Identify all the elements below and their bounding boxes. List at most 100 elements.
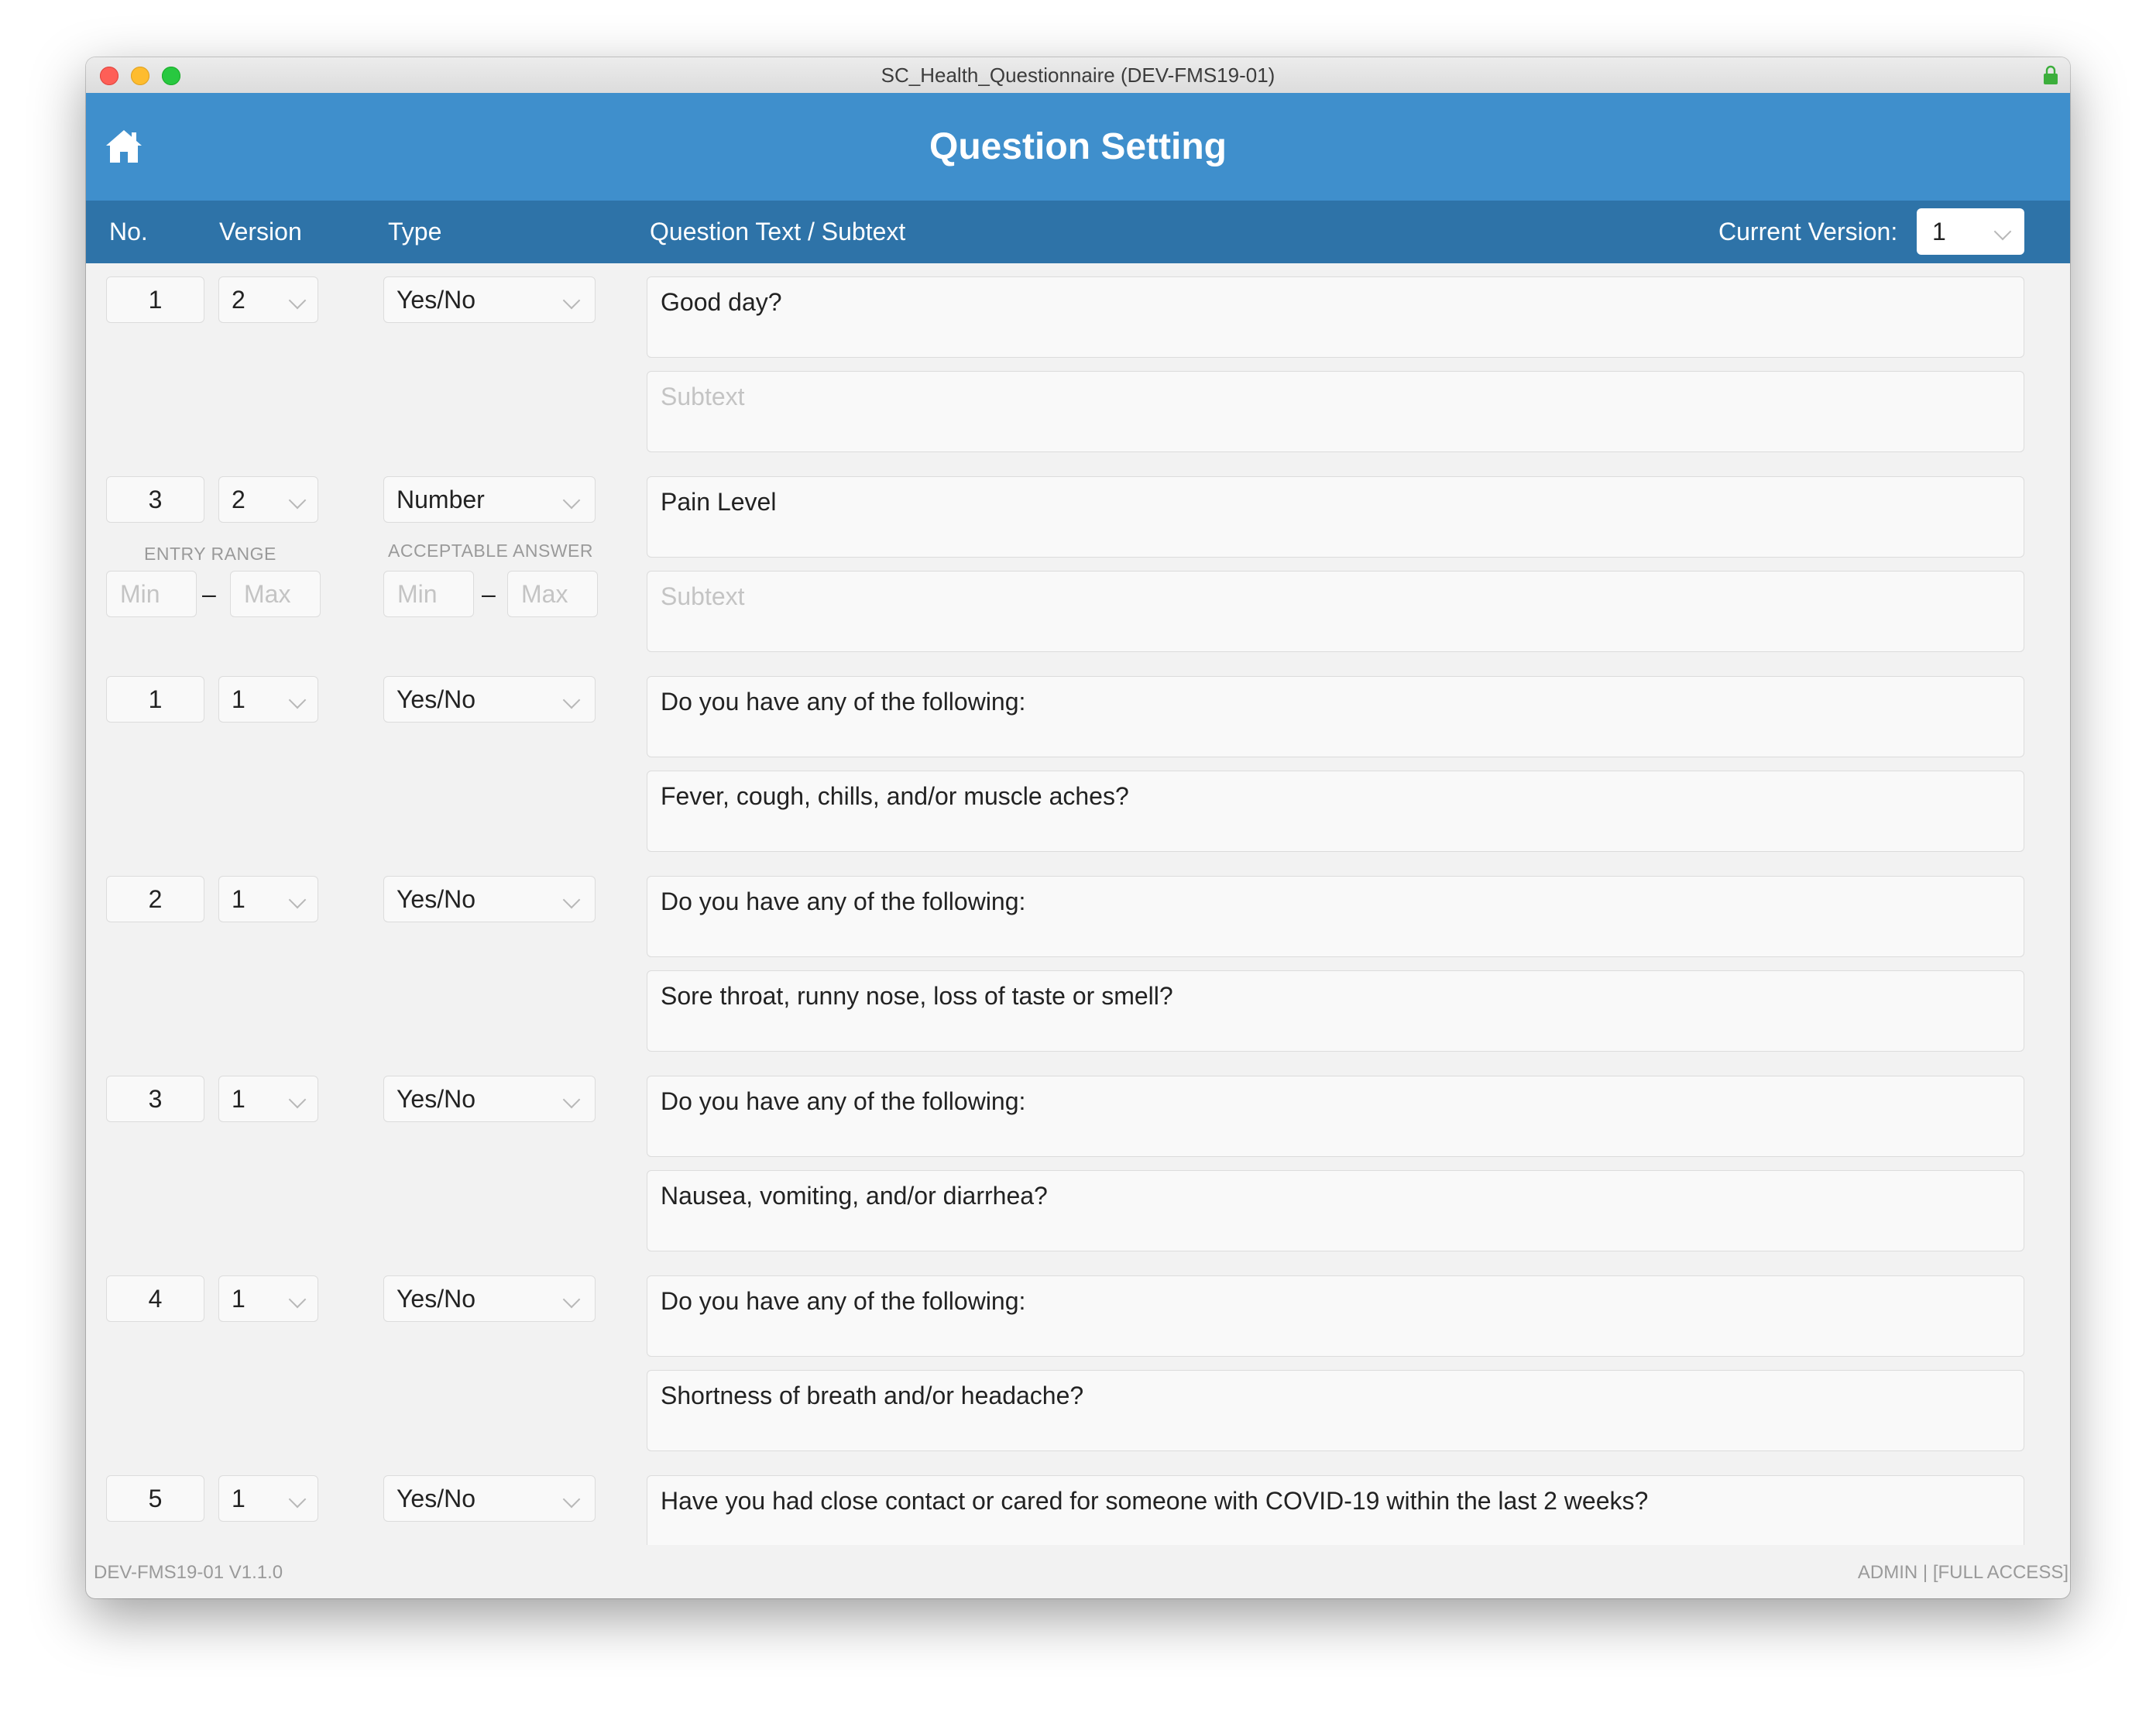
column-no: No. (109, 218, 148, 245)
chevron-down-icon (288, 491, 307, 510)
window-title: SC_Health_Questionnaire (DEV-FMS19-01) (881, 64, 1275, 87)
question-row: 3 2 Number ENTRY RANGE Min – Max ACCEPTA… (86, 463, 2070, 664)
version-select[interactable]: 2 (218, 476, 318, 523)
chevron-down-icon (288, 1090, 307, 1109)
user-access-label: ADMIN | [FULL ACCESS] (1857, 1562, 2068, 1583)
type-select[interactable]: Yes/No (383, 676, 596, 723)
title-bar: SC_Health_Questionnaire (DEV-FMS19-01) (86, 57, 2070, 94)
version-select[interactable]: 1 (218, 1076, 318, 1122)
range-dash: – (202, 580, 216, 608)
question-text-field[interactable]: Do you have any of the following: (647, 1076, 2024, 1157)
current-version-label: Current Version: (1718, 218, 1898, 245)
question-row: 3 1 Yes/No Do you have any of the follow… (86, 1062, 2070, 1264)
column-version: Version (219, 218, 302, 245)
chevron-down-icon (288, 891, 307, 909)
question-text: Have you had close contact or cared for … (661, 1487, 1649, 1515)
version-value: 1 (232, 1085, 245, 1113)
entry-range-label: ENTRY RANGE (144, 544, 276, 564)
question-text-field[interactable]: Have you had close contact or cared for … (647, 1475, 2024, 1545)
question-text-field[interactable]: Do you have any of the following: (647, 676, 2024, 757)
question-text: Pain Level (661, 488, 777, 516)
version-select[interactable]: 1 (218, 1275, 318, 1322)
chevron-down-icon (562, 691, 581, 709)
version-value: 1 (232, 1285, 245, 1313)
type-value: Number (397, 486, 485, 513)
subtext-field[interactable]: Subtext (647, 571, 2024, 652)
subtext-field[interactable]: Sore throat, runny nose, loss of taste o… (647, 970, 2024, 1052)
chevron-down-icon (562, 1090, 581, 1109)
question-number-field[interactable]: 2 (106, 876, 204, 922)
entry-range-max-input[interactable]: Max (230, 571, 321, 617)
type-value: Yes/No (397, 1285, 475, 1313)
version-select[interactable]: 1 (218, 1475, 318, 1522)
type-value: Yes/No (397, 1485, 475, 1512)
type-select[interactable]: Number (383, 476, 596, 523)
chevron-down-icon (288, 291, 307, 310)
chevron-down-icon (562, 291, 581, 310)
current-version-select[interactable]: 1 (1917, 208, 2024, 255)
subtext-placeholder: Subtext (661, 383, 745, 410)
chevron-down-icon (562, 491, 581, 510)
question-row: 5 1 Yes/No Have you had close contact or… (86, 1462, 2070, 1545)
subtext-placeholder: Subtext (661, 582, 745, 610)
question-number-field[interactable]: 1 (106, 676, 204, 723)
subtext-text: Fever, cough, chills, and/or muscle ache… (661, 782, 1129, 810)
current-version-value: 1 (1932, 218, 1946, 245)
chevron-down-icon (562, 891, 581, 909)
type-value: Yes/No (397, 286, 475, 314)
question-text-field[interactable]: Do you have any of the following: (647, 876, 2024, 957)
question-row: 1 1 Yes/No Do you have any of the follow… (86, 663, 2070, 864)
max-placeholder: Max (244, 580, 291, 608)
question-number-field[interactable]: 1 (106, 276, 204, 323)
acceptable-answer-max-input[interactable]: Max (507, 571, 598, 617)
version-value: 1 (232, 1485, 245, 1512)
question-number-field[interactable]: 3 (106, 1076, 204, 1122)
version-value: 1 (232, 885, 245, 913)
acceptable-answer-label: ACCEPTABLE ANSWER (388, 541, 593, 561)
subtext-field[interactable]: Nausea, vomiting, and/or diarrhea? (647, 1170, 2024, 1251)
type-select[interactable]: Yes/No (383, 876, 596, 922)
chevron-down-icon (562, 1290, 581, 1309)
question-text-field[interactable]: Do you have any of the following: (647, 1275, 2024, 1357)
acceptable-answer-min-input[interactable]: Min (383, 571, 474, 617)
chevron-down-icon (1993, 222, 2012, 241)
page-title: Question Setting (929, 126, 1227, 167)
chevron-down-icon (288, 691, 307, 709)
entry-range-min-input[interactable]: Min (106, 571, 197, 617)
question-number-field[interactable]: 5 (106, 1475, 204, 1522)
lock-icon (2044, 65, 2058, 84)
subtext-text: Shortness of breath and/or headache? (661, 1382, 1084, 1409)
version-value: 2 (232, 286, 245, 314)
min-placeholder: Min (397, 580, 438, 608)
question-text: Do you have any of the following: (661, 688, 1026, 716)
type-value: Yes/No (397, 1085, 475, 1113)
question-text-field[interactable]: Good day? (647, 276, 2024, 358)
question-number-field[interactable]: 3 (106, 476, 204, 523)
question-list[interactable]: 1 2 Yes/No Good day? Subtext 3 2 Number … (86, 263, 2070, 1545)
subtext-field[interactable]: Fever, cough, chills, and/or muscle ache… (647, 771, 2024, 852)
question-number-field[interactable]: 4 (106, 1275, 204, 1322)
subtext-text: Sore throat, runny nose, loss of taste o… (661, 982, 1173, 1010)
subtext-field[interactable]: Subtext (647, 371, 2024, 452)
version-select[interactable]: 2 (218, 276, 318, 323)
version-select[interactable]: 1 (218, 676, 318, 723)
app-version-label: DEV-FMS19-01 V1.1.0 (94, 1562, 283, 1583)
column-header-bar: No. Version Type Question Text / Subtext… (86, 201, 2070, 263)
type-value: Yes/No (397, 885, 475, 913)
type-select[interactable]: Yes/No (383, 276, 596, 323)
question-text-field[interactable]: Pain Level (647, 476, 2024, 558)
question-text: Do you have any of the following: (661, 1287, 1026, 1315)
version-value: 1 (232, 685, 245, 713)
question-text: Good day? (661, 288, 782, 316)
version-select[interactable]: 1 (218, 876, 318, 922)
column-question-text: Question Text / Subtext (650, 218, 906, 245)
subtext-field[interactable]: Shortness of breath and/or headache? (647, 1370, 2024, 1451)
question-row: 1 2 Yes/No Good day? Subtext (86, 263, 2070, 465)
question-row: 4 1 Yes/No Do you have any of the follow… (86, 1262, 2070, 1464)
type-select[interactable]: Yes/No (383, 1475, 596, 1522)
type-select[interactable]: Yes/No (383, 1275, 596, 1322)
question-text: Do you have any of the following: (661, 887, 1026, 915)
chevron-down-icon (288, 1490, 307, 1509)
column-type: Type (388, 218, 442, 245)
type-select[interactable]: Yes/No (383, 1076, 596, 1122)
